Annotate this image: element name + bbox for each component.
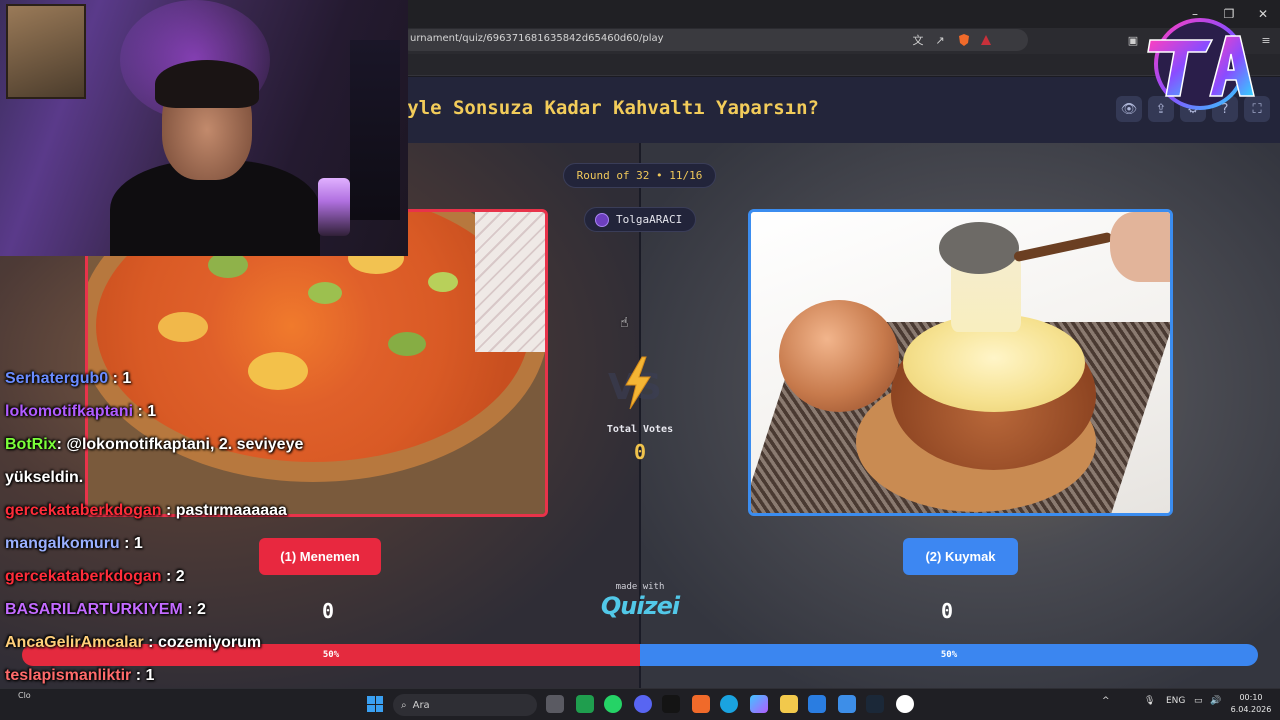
edge-icon[interactable] bbox=[720, 695, 738, 713]
host-user-badge: TolgaARACI bbox=[584, 207, 696, 232]
clock-time: 00:10 bbox=[1239, 693, 1263, 702]
total-votes-count: 0 bbox=[633, 440, 647, 464]
xbox-icon[interactable] bbox=[576, 695, 594, 713]
total-votes-label: Total Votes bbox=[606, 424, 674, 435]
volume-icon[interactable]: 🔊 bbox=[1210, 696, 1221, 706]
option-right-image[interactable] bbox=[748, 209, 1173, 516]
weather-widget[interactable]: Clo bbox=[18, 691, 31, 700]
chat-text: : 2 bbox=[182, 601, 206, 618]
chat-text: : pastırmaaaaaa bbox=[161, 502, 287, 519]
app-icon[interactable] bbox=[896, 695, 914, 713]
tray-overflow-icon[interactable]: ^ bbox=[1102, 696, 1110, 706]
webcam-overlay bbox=[0, 0, 408, 256]
share-icon[interactable]: ↗ bbox=[932, 32, 948, 48]
task-view-icon[interactable] bbox=[546, 695, 564, 713]
chat-message: Serhatergub0 : 1 bbox=[5, 362, 425, 395]
clock-date: 6.04.2026 bbox=[1230, 705, 1272, 714]
screen: – ❐ ✕ urnament/quiz/696371681635842d6546… bbox=[0, 0, 1280, 720]
chat-username[interactable]: lokomotifkaptani bbox=[5, 403, 133, 420]
menu-icon[interactable]: ≡ bbox=[1258, 32, 1274, 48]
rewards-icon[interactable] bbox=[978, 32, 994, 48]
brave-shield-icon[interactable] bbox=[956, 32, 972, 48]
copper-lid bbox=[779, 300, 899, 412]
taskbar-search-placeholder: Ara bbox=[412, 699, 430, 711]
discord-icon[interactable] bbox=[634, 695, 652, 713]
streamer-hair bbox=[155, 60, 259, 108]
steam-icon[interactable] bbox=[866, 695, 884, 713]
chat-username[interactable]: BASARILARTURKIYEM bbox=[5, 601, 183, 618]
chat-username[interactable]: teslapismanliktir bbox=[5, 667, 131, 684]
egg-piece bbox=[158, 312, 208, 342]
store-icon[interactable] bbox=[838, 695, 856, 713]
brave-browser-icon[interactable] bbox=[692, 695, 710, 713]
start-windows-icon[interactable] bbox=[367, 696, 383, 712]
file-explorer-icon[interactable] bbox=[780, 695, 798, 713]
dark-shelf bbox=[350, 40, 400, 220]
system-clock[interactable]: 00:10 6.04.2026 bbox=[1228, 692, 1274, 716]
language-indicator[interactable]: ENG bbox=[1166, 696, 1185, 706]
ladle bbox=[939, 222, 1019, 274]
chat-text: : @lokomotifkaptani, 2. seviyeye bbox=[56, 436, 304, 453]
chat-message: gercekataberkdogan : 2 bbox=[5, 560, 425, 593]
napkin bbox=[475, 212, 545, 352]
microphone-icon[interactable]: 🎙 bbox=[1144, 696, 1155, 706]
chat-text: : cozemiyorum bbox=[143, 634, 262, 651]
chat-message: mangalkomuru : 1 bbox=[5, 527, 425, 560]
host-username: TolgaARACI bbox=[616, 213, 683, 226]
microphone bbox=[318, 178, 350, 236]
address-bar-url[interactable]: urnament/quiz/696371681635842d65460d60/p… bbox=[410, 33, 664, 44]
chat-username[interactable]: Serhatergub0 bbox=[5, 370, 108, 387]
chat-text: : 2 bbox=[161, 568, 185, 585]
vs-lightning-icon: VS bbox=[604, 355, 670, 411]
chat-text: : 1 bbox=[119, 535, 143, 552]
search-icon: ⌕ bbox=[401, 699, 407, 711]
made-with-label: made with bbox=[615, 582, 665, 592]
chat-username[interactable]: gercekataberkdogan bbox=[5, 502, 162, 519]
vote-kuymak-button[interactable]: (2) Kuymak bbox=[903, 538, 1018, 575]
chat-text: : 1 bbox=[131, 667, 155, 684]
stream-chat: Serhatergub0 : 1 lokomotifkaptani : 1 BotR… bbox=[5, 362, 425, 720]
pepper-piece bbox=[308, 282, 342, 304]
wall-poster bbox=[6, 4, 86, 99]
mail-icon[interactable] bbox=[808, 695, 826, 713]
hand bbox=[1110, 212, 1170, 282]
sidebar-toggle-icon[interactable]: ▣ bbox=[1125, 32, 1141, 48]
chat-username[interactable]: AncaGelirAmcalar bbox=[5, 634, 144, 651]
whatsapp-icon[interactable] bbox=[604, 695, 622, 713]
right-vote-bar: 50% bbox=[640, 644, 1258, 666]
chat-message: lokomotifkaptani : 1 bbox=[5, 395, 425, 428]
quiz-title: ngisiyle Sonsuza Kadar Kahvaltı Yaparsın… bbox=[350, 97, 819, 119]
pepper-piece bbox=[428, 272, 458, 292]
obs-icon[interactable] bbox=[662, 695, 680, 713]
chat-message: gercekataberkdogan : pastırmaaaaaa bbox=[5, 494, 425, 527]
right-vote-percent: 50% bbox=[940, 650, 958, 660]
eye-icon[interactable]: 👁 bbox=[1116, 96, 1142, 122]
mouse-cursor-icon: ☝ bbox=[620, 315, 629, 331]
round-indicator: Round of 32 • 11/16 bbox=[563, 163, 716, 188]
user-avatar bbox=[595, 212, 609, 227]
chat-message: BotRix: @lokomotifkaptani, 2. seviyeye bbox=[5, 428, 425, 461]
chat-text: : 1 bbox=[133, 403, 157, 420]
chat-text: yükseldin. bbox=[5, 469, 84, 486]
chat-message: AncaGelirAmcalar : cozemiyorum bbox=[5, 626, 425, 659]
pepper-piece bbox=[388, 332, 426, 356]
chat-username[interactable]: BotRix bbox=[5, 436, 57, 453]
copilot-icon[interactable] bbox=[750, 695, 768, 713]
chat-username[interactable]: gercekataberkdogan bbox=[5, 568, 162, 585]
taskbar-search[interactable]: ⌕ Ara bbox=[393, 694, 537, 716]
network-icon[interactable]: ▭ bbox=[1194, 696, 1203, 706]
chat-text: : 1 bbox=[108, 370, 132, 387]
channel-logo bbox=[1140, 14, 1260, 118]
quizei-logo[interactable]: Quizei bbox=[590, 592, 690, 620]
chat-message: yükseldin. bbox=[5, 461, 425, 494]
chat-message: BASARILARTURKIYEM : 2 bbox=[5, 593, 425, 626]
right-score: 0 bbox=[941, 599, 954, 623]
translate-icon[interactable]: 文 bbox=[910, 32, 926, 48]
chat-username[interactable]: mangalkomuru bbox=[5, 535, 120, 552]
